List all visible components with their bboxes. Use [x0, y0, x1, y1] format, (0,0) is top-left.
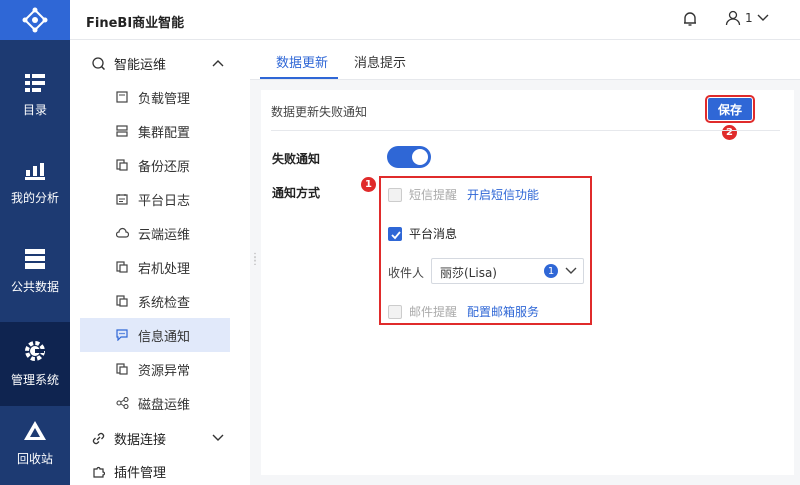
sms-label: 短信提醒	[409, 188, 458, 202]
sidebar-item-label: 集群配置	[138, 125, 191, 141]
sidebar-item-resource-exception[interactable]: 资源异常	[80, 352, 230, 386]
sidebar-item-cloud-ops[interactable]: 云端运维	[80, 216, 230, 250]
sidebar-item-disk-ops[interactable]: 磁盘运维	[80, 386, 230, 420]
bell-icon[interactable]	[682, 11, 698, 27]
mail-label: 邮件提醒	[409, 305, 458, 319]
sidebar-item-backup-restore[interactable]: 备份还原	[80, 148, 230, 182]
top-bar: FineBI商业智能 1	[70, 0, 800, 40]
mail-checkbox[interactable]	[388, 304, 402, 319]
nav-label: 目录	[22, 103, 47, 117]
gear-icon	[25, 341, 45, 361]
sidebar-group-smart-ops[interactable]: 智能运维	[70, 46, 250, 80]
platform-message-option: 平台消息	[388, 225, 457, 242]
user-icon	[725, 10, 741, 26]
admin-sidebar: 智能运维 负载管理 集群配置 备份还原 平台日志 云端运维 宕机处理 系统检查 …	[70, 40, 250, 485]
fail-notify-label: 失败通知	[272, 152, 321, 166]
nav-item-admin[interactable]: 管理系统	[0, 322, 70, 406]
sidebar-group-label: 智能运维	[114, 57, 167, 73]
sidebar-item-label: 备份还原	[138, 159, 191, 175]
nav-label: 公共数据	[10, 280, 59, 294]
backup-icon	[116, 159, 128, 171]
sidebar-item-label: 平台日志	[138, 193, 191, 209]
toggle-knob	[412, 149, 428, 165]
plugin-icon	[93, 466, 105, 478]
cluster-icon	[116, 125, 128, 137]
app-title: FineBI商业智能	[86, 16, 185, 31]
receiver-value: 丽莎(Lisa)	[440, 266, 497, 280]
resize-handle[interactable]: ⋮ ⋮	[250, 253, 260, 267]
sidebar-item-label: 系统检查	[138, 295, 191, 311]
database-icon	[25, 249, 45, 269]
nav-label: 管理系统	[10, 373, 59, 387]
callout-marker-2: 2	[722, 125, 737, 140]
downtime-icon	[116, 261, 128, 273]
sidebar-item-info-notify[interactable]: 信息通知	[80, 318, 230, 352]
recycle-icon	[24, 421, 46, 440]
chart-icon	[25, 163, 45, 180]
tab-message-prompt[interactable]: 消息提示	[354, 52, 406, 71]
check-icon	[116, 295, 128, 307]
receiver-select[interactable]: 丽莎(Lisa) 1	[431, 258, 584, 284]
chevron-down-icon	[565, 267, 577, 274]
sms-checkbox[interactable]	[388, 187, 402, 202]
tab-data-update[interactable]: 数据更新	[276, 52, 328, 71]
ops-icon	[92, 57, 105, 70]
mail-option: 邮件提醒 配置邮箱服务	[388, 303, 539, 320]
load-icon	[116, 91, 128, 103]
enable-sms-link[interactable]: 开启短信功能	[467, 186, 539, 203]
receiver-label: 收件人	[388, 266, 425, 280]
checkmark-icon	[391, 230, 401, 239]
nav-label: 回收站	[16, 452, 53, 466]
save-button[interactable]: 保存	[705, 95, 755, 123]
resource-icon	[116, 363, 128, 375]
sms-option: 短信提醒 开启短信功能	[388, 186, 539, 203]
sidebar-item-label: 负载管理	[138, 91, 191, 107]
callout-marker-1: 1	[361, 177, 376, 192]
link-icon	[92, 432, 105, 445]
sidebar-item-load-management[interactable]: 负载管理	[80, 80, 230, 114]
nav-item-recycle-bin[interactable]: 回收站	[0, 402, 70, 485]
section-divider	[271, 130, 780, 131]
nav-label: 我的分析	[10, 191, 59, 205]
user-label: 1	[745, 11, 753, 25]
chevron-down-icon	[212, 434, 224, 441]
user-menu[interactable]: 1	[725, 10, 769, 26]
configure-mail-link[interactable]: 配置邮箱服务	[467, 303, 539, 320]
sidebar-group-label: 插件管理	[114, 465, 167, 481]
sidebar-item-label: 资源异常	[138, 363, 191, 379]
sidebar-item-label: 宕机处理	[138, 261, 191, 277]
main-nav: 目录 我的分析 公共数据 管理系统 回收站	[0, 0, 70, 485]
catalog-icon	[25, 74, 45, 92]
sidebar-item-system-check[interactable]: 系统检查	[80, 284, 230, 318]
log-icon	[116, 194, 128, 205]
sidebar-group-plugin[interactable]: 插件管理	[70, 454, 250, 485]
tab-bar: 数据更新 消息提示	[250, 40, 800, 80]
sidebar-item-label: 磁盘运维	[138, 397, 191, 413]
sidebar-item-downtime[interactable]: 宕机处理	[80, 250, 230, 284]
sidebar-item-platform-log[interactable]: 平台日志	[80, 182, 230, 216]
nav-item-catalog[interactable]: 目录	[0, 54, 70, 138]
logo-icon	[22, 7, 48, 33]
sidebar-item-label: 信息通知	[138, 329, 191, 345]
sidebar-item-cluster-config[interactable]: 集群配置	[80, 114, 230, 148]
notify-method-label: 通知方式	[272, 186, 321, 200]
fail-notify-toggle[interactable]	[387, 146, 431, 168]
cloud-icon	[116, 227, 129, 238]
active-tab-indicator	[260, 77, 338, 79]
message-icon	[116, 329, 128, 341]
nav-item-public-data[interactable]: 公共数据	[0, 230, 70, 314]
sidebar-item-label: 云端运维	[138, 227, 191, 243]
app-logo[interactable]	[0, 0, 70, 40]
chevron-down-icon	[757, 14, 769, 21]
disk-icon	[116, 397, 129, 409]
sidebar-group-data-connection[interactable]: 数据连接	[70, 421, 250, 455]
platform-message-checkbox[interactable]	[388, 226, 402, 241]
section-title: 数据更新失败通知	[271, 105, 368, 119]
platform-message-label: 平台消息	[409, 227, 458, 241]
receiver-count-badge: 1	[544, 264, 558, 278]
nav-item-my-analysis[interactable]: 我的分析	[0, 142, 70, 226]
settings-panel: 数据更新失败通知 保存 2 失败通知 通知方式 1 短信提醒 开启短信功能 平台…	[261, 90, 794, 475]
chevron-up-icon	[212, 60, 224, 67]
sidebar-group-label: 数据连接	[114, 432, 167, 448]
